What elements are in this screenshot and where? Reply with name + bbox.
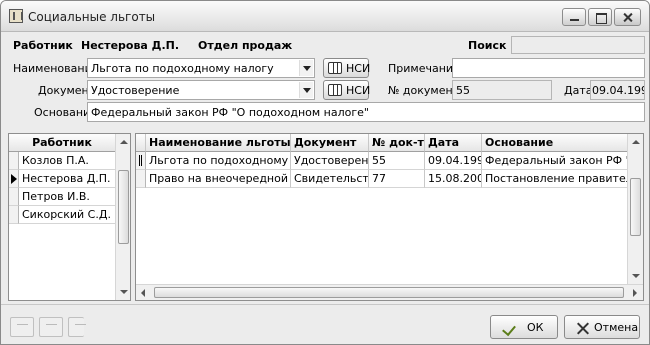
- benefit-cell[interactable]: Льгота по подоходному налогу: [146, 152, 291, 170]
- basis-input[interactable]: Федеральный закон РФ "О подоходном налог…: [87, 102, 645, 122]
- date-cell[interactable]: 15.08.2007: [425, 170, 482, 188]
- note-input[interactable]: [452, 58, 645, 78]
- nsi-icon: [328, 84, 342, 96]
- search-label: Поиск: [468, 39, 507, 52]
- book-icon: [9, 9, 23, 23]
- window-title: Социальные льготы: [28, 10, 156, 24]
- doc-number-cell[interactable]: 77: [369, 170, 425, 188]
- benefits-window: Социальные льготы Работник Нестерова Д.П…: [0, 0, 650, 345]
- search-input[interactable]: [511, 36, 645, 54]
- basis-cell[interactable]: Федеральный закон РФ "О по: [482, 152, 628, 170]
- note-label: Примечание: [388, 62, 460, 75]
- row-indicator: [9, 152, 19, 170]
- benefit-cell[interactable]: Право на внеочередной отпуск: [146, 170, 291, 188]
- cancel-label: Отмена: [594, 321, 639, 334]
- benefit-select-value: Льгота по подоходному налогу: [91, 62, 274, 75]
- row-indicator: [136, 170, 146, 188]
- nsi-benefit-button[interactable]: НСИ: [323, 58, 371, 78]
- doc-number-cell[interactable]: 55: [369, 152, 425, 170]
- department-name: Отдел продаж: [198, 39, 293, 52]
- date-field: 09.04.1999: [590, 80, 645, 100]
- chevron-down-icon[interactable]: [299, 60, 313, 76]
- benefits-grid-corner: [136, 134, 146, 152]
- bottom-bar: ОК Отмена: [1, 304, 649, 344]
- benefit-label: Наименование: [13, 62, 99, 75]
- scroll-down-icon[interactable]: [628, 268, 643, 284]
- column-header-benefit[interactable]: Наименование льготы: [146, 134, 291, 152]
- benefits-grid: Наименование льготы Документ № док-та Да…: [135, 133, 644, 301]
- chevron-down-icon[interactable]: [299, 82, 313, 98]
- maximize-button[interactable]: [588, 8, 612, 26]
- employee-label: Работник: [13, 39, 73, 52]
- scroll-down-icon[interactable]: [116, 284, 130, 300]
- nsi-benefit-label: НСИ: [346, 62, 371, 75]
- employee-row[interactable]: Козлов П.А.: [19, 152, 116, 170]
- document-cell[interactable]: Свидетельство: [291, 170, 369, 188]
- document-select[interactable]: Удостоверение: [87, 80, 315, 100]
- employees-grid: Работник Козлов П.А. Нестерова Д.П. Петр…: [8, 133, 131, 301]
- doc-number-field: 55: [452, 80, 552, 100]
- ok-button[interactable]: ОК: [490, 315, 558, 339]
- cancel-button[interactable]: Отмена: [564, 315, 640, 339]
- date-label: Дата: [564, 84, 593, 97]
- row-indicator: [136, 152, 146, 170]
- employees-vertical-scrollbar[interactable]: [115, 134, 130, 300]
- row-indicator: [9, 206, 19, 224]
- employees-grid-header: Работник: [9, 134, 116, 152]
- benefits-vertical-scrollbar[interactable]: [627, 134, 643, 284]
- scroll-up-icon[interactable]: [116, 134, 130, 150]
- first-record-button[interactable]: [10, 317, 34, 337]
- column-header-basis[interactable]: Основание: [482, 134, 628, 152]
- scroll-left-icon[interactable]: [136, 285, 152, 300]
- horizontal-scroll-thumb[interactable]: [154, 287, 624, 298]
- basis-cell[interactable]: Постановление правительства: [482, 170, 628, 188]
- next-record-button[interactable]: [68, 317, 86, 337]
- cancel-icon: [575, 323, 589, 335]
- column-header-doc-number[interactable]: № док-та: [369, 134, 425, 152]
- date-cell[interactable]: 09.04.1999: [425, 152, 482, 170]
- ok-label: ОК: [527, 321, 544, 334]
- benefits-horizontal-scrollbar[interactable]: [136, 284, 643, 300]
- benefit-select[interactable]: Льгота по подоходному налогу: [87, 58, 315, 78]
- minimize-button[interactable]: [562, 8, 586, 26]
- column-header-date[interactable]: Дата: [425, 134, 482, 152]
- row-indicator: [9, 188, 19, 206]
- employee-name: Нестерова Д.П.: [81, 39, 180, 52]
- close-button[interactable]: [614, 8, 641, 26]
- row-pointer-icon: [11, 174, 17, 184]
- scroll-up-icon[interactable]: [628, 134, 643, 150]
- employee-row[interactable]: Сикорский С.Д.: [19, 206, 116, 224]
- employee-row[interactable]: Петров И.В.: [19, 188, 116, 206]
- document-select-value: Удостоверение: [91, 84, 180, 97]
- scroll-thumb[interactable]: [118, 170, 129, 244]
- scroll-right-icon[interactable]: [627, 285, 643, 300]
- previous-record-button[interactable]: [39, 317, 63, 337]
- nsi-document-label: НСИ: [346, 84, 371, 97]
- scroll-thumb[interactable]: [630, 178, 641, 236]
- nsi-icon: [328, 62, 342, 74]
- column-header-document[interactable]: Документ: [291, 134, 369, 152]
- checkmark-icon: [502, 321, 516, 337]
- edit-caret-icon: [139, 155, 142, 166]
- title-bar: Социальные льготы: [1, 1, 649, 32]
- employee-row-selected[interactable]: Нестерова Д.П.: [19, 170, 116, 188]
- document-cell[interactable]: Удостоверение: [291, 152, 369, 170]
- nsi-document-button[interactable]: НСИ: [323, 80, 371, 100]
- row-indicator: [9, 170, 19, 188]
